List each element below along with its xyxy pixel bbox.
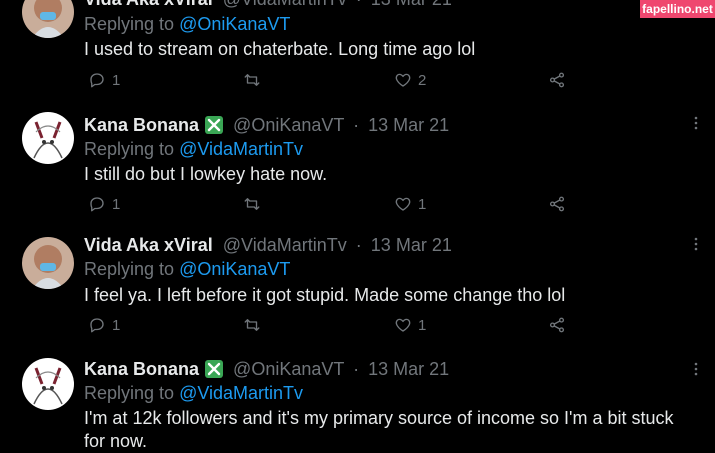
reply-count: 1 — [112, 71, 121, 89]
mention-link[interactable]: @OniKanaVT — [179, 14, 290, 34]
retweet-button[interactable] — [243, 194, 267, 214]
heart-icon — [394, 71, 412, 89]
replying-prefix: Replying to — [84, 383, 175, 403]
tweet-actions: 1 1 — [88, 194, 688, 214]
replying-prefix: Replying to — [84, 259, 175, 279]
like-button[interactable]: 2 — [394, 70, 426, 90]
replying-to: Replying to @VidaMartinTv — [84, 382, 303, 404]
more-vertical-icon[interactable] — [692, 362, 700, 376]
like-count: 1 — [418, 316, 427, 334]
share-icon — [548, 195, 566, 213]
tweet-header: Kana Bonana @OniKanaVT · 13 Mar 21 — [84, 358, 449, 380]
reply-icon — [88, 195, 106, 213]
avatar-vida[interactable] — [22, 237, 74, 289]
tweet-text: I used to stream on chaterbate. Long tim… — [84, 39, 476, 59]
replying-prefix: Replying to — [84, 139, 175, 159]
heart-icon — [394, 316, 412, 334]
user-handle[interactable]: @OniKanaVT — [233, 115, 344, 135]
retweet-button[interactable] — [243, 70, 267, 90]
retweet-icon — [243, 195, 261, 213]
replying-to: Replying to @OniKanaVT — [84, 258, 290, 280]
heart-icon — [394, 195, 412, 213]
share-icon — [548, 71, 566, 89]
tweet-text: I'm at 12k followers and it's my primary… — [84, 408, 674, 451]
tweet-actions: 1 2 — [88, 70, 688, 90]
retweet-icon — [243, 316, 261, 334]
user-handle[interactable]: @VidaMartinTv — [223, 0, 347, 9]
more-vertical-icon[interactable] — [692, 237, 700, 251]
replying-to: Replying to @VidaMartinTv — [84, 138, 303, 160]
tweet-header: Vida Aka xViral @VidaMartinTv · 13 Mar 2… — [84, 234, 452, 256]
tweet-actions: 1 1 — [88, 315, 688, 335]
retweet-icon — [243, 71, 261, 89]
display-name[interactable]: Vida Aka xViral — [84, 0, 213, 9]
retweet-button[interactable] — [243, 315, 267, 335]
check-badge-icon — [205, 360, 224, 378]
separator-dot: · — [356, 0, 362, 9]
display-name[interactable]: Kana Bonana — [84, 115, 199, 135]
share-button[interactable] — [548, 70, 566, 90]
replying-prefix: Replying to — [84, 14, 175, 34]
check-badge-icon — [205, 116, 224, 134]
avatar-kana[interactable] — [22, 358, 74, 410]
mention-link[interactable]: @VidaMartinTv — [179, 139, 303, 159]
like-count: 2 — [418, 71, 427, 89]
display-name[interactable]: Vida Aka xViral — [84, 235, 213, 255]
share-icon — [548, 316, 566, 334]
like-button[interactable]: 1 — [394, 315, 426, 335]
tweet-date[interactable]: 13 Mar 21 — [368, 359, 449, 379]
reply-icon — [88, 71, 106, 89]
avatar-vida[interactable] — [22, 0, 74, 38]
reply-button[interactable]: 1 — [88, 194, 120, 214]
reply-icon — [88, 316, 106, 334]
like-count: 1 — [418, 195, 427, 213]
mention-link[interactable]: @VidaMartinTv — [179, 383, 303, 403]
user-handle[interactable]: @VidaMartinTv — [223, 235, 347, 255]
more-vertical-icon[interactable] — [692, 116, 700, 130]
avatar-kana[interactable] — [22, 112, 74, 164]
separator-dot: · — [353, 359, 360, 379]
watermark: fapellino.net — [640, 0, 715, 18]
like-button[interactable]: 1 — [394, 194, 426, 214]
tweet-date[interactable]: 13 Mar 21 — [368, 115, 449, 135]
display-name[interactable]: Kana Bonana — [84, 359, 199, 379]
share-button[interactable] — [548, 194, 566, 214]
separator-dot: · — [355, 235, 362, 255]
reply-button[interactable]: 1 — [88, 315, 120, 335]
tweet-date[interactable]: 13 Mar 21 — [371, 235, 452, 255]
user-handle[interactable]: @OniKanaVT — [233, 359, 344, 379]
mention-link[interactable]: @OniKanaVT — [179, 259, 290, 279]
reply-count: 1 — [112, 195, 121, 213]
tweet-text: I still do but I lowkey hate now. — [84, 164, 328, 184]
tweet-date[interactable]: 13 Mar 21 — [371, 0, 452, 9]
replying-to: Replying to @OniKanaVT — [84, 13, 290, 35]
tweet-header: Kana Bonana @OniKanaVT · 13 Mar 21 — [84, 114, 449, 136]
share-button[interactable] — [548, 315, 566, 335]
reply-count: 1 — [112, 316, 121, 334]
reply-button[interactable]: 1 — [88, 70, 120, 90]
tweet-header: Vida Aka xViral @VidaMartinTv · 13 Mar 2… — [84, 0, 452, 10]
separator-dot: · — [353, 115, 360, 135]
tweet-text: I feel ya. I left before it got stupid. … — [84, 285, 566, 305]
